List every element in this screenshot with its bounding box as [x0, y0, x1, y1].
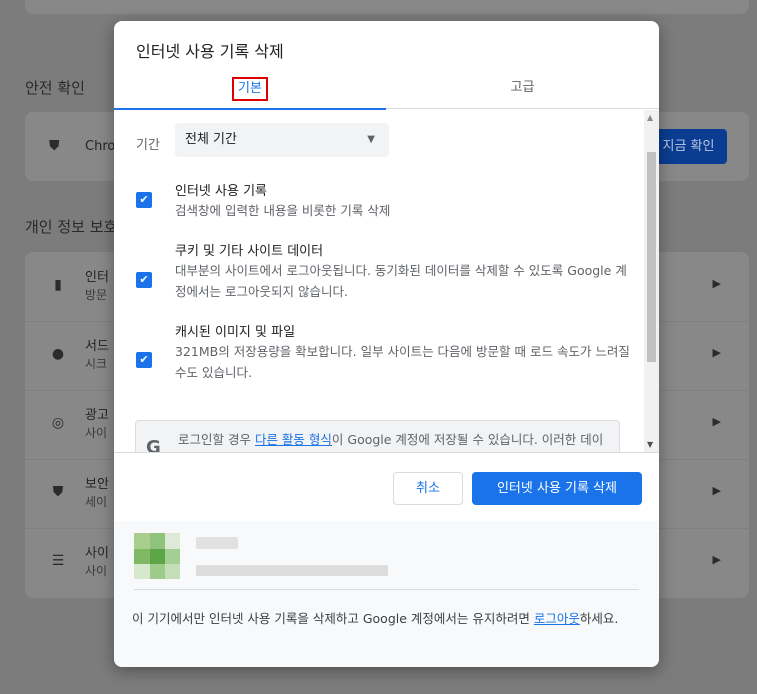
dropdown-arrow-icon: ▼ [367, 134, 375, 145]
scrollbar-thumb[interactable] [647, 152, 656, 362]
chevron-right-icon: ▶ [712, 346, 721, 359]
divider [114, 452, 659, 453]
divider [134, 589, 639, 590]
hint-text-start: 이 기기에서만 인터넷 사용 기록을 삭제하고 Google 계정에서는 유지하… [132, 611, 534, 626]
sliders-icon: ☰ [51, 553, 65, 569]
row-subtitle: 시크 [85, 357, 108, 371]
row-title: 서드 [85, 339, 109, 354]
tab-advanced[interactable]: 고급 [386, 73, 659, 109]
safety-check-heading: 안전 확인 [25, 79, 85, 97]
option-title: 쿠키 및 기타 사이트 데이터 [175, 244, 324, 259]
tab-basic-label: 기본 [232, 77, 268, 101]
top-card-fragment [25, 0, 749, 14]
scroll-up-icon[interactable]: ▲ [647, 113, 653, 122]
row-title: 광고 [85, 408, 109, 423]
chevron-right-icon: ▶ [712, 553, 721, 566]
tab-basic[interactable]: 기본 [114, 73, 386, 110]
options-scroll-area: 기간 전체 기간 ▼ ✔ 인터넷 사용 기록 검색창에 입력한 내용을 비롯한 … [114, 110, 659, 452]
row-subtitle: 사이 [85, 564, 108, 578]
row-title: 인터 [85, 270, 109, 285]
dialog-title: 인터넷 사용 기록 삭제 [136, 42, 284, 61]
account-name-redacted [196, 537, 238, 549]
safety-check-text: Chro [85, 139, 116, 154]
chevron-right-icon: ▶ [712, 415, 721, 428]
privacy-heading: 개인 정보 보호 [25, 218, 118, 236]
account-email-redacted [196, 565, 388, 576]
checkbox-cookies[interactable]: ✔ [136, 272, 152, 288]
info-text: 로그인할 경우 다른 활동 형식이 Google 계정에 저장될 수 있습니다.… [178, 429, 614, 452]
safety-check-button[interactable]: 지금 확인 [650, 129, 727, 164]
scroll-down-icon[interactable]: ▼ [647, 440, 653, 449]
other-activity-link[interactable]: 다른 활동 형식 [255, 432, 332, 447]
cookie-icon: ● [51, 346, 65, 362]
option-description: 검색창에 입력한 내용을 비롯한 기록 삭제 [175, 203, 391, 218]
checkbox-browsing-history[interactable]: ✔ [136, 192, 152, 208]
option-description: 대부분의 사이트에서 로그아웃됩니다. 동기화된 데이터를 삭제할 수 있도록 … [175, 263, 627, 299]
ads-icon: ◎ [51, 415, 65, 431]
chevron-right-icon: ▶ [712, 277, 721, 290]
time-range-label: 기간 [136, 138, 160, 153]
option-title: 캐시된 이미지 및 파일 [175, 325, 296, 340]
time-range-select[interactable]: 전체 기간 ▼ [175, 123, 389, 157]
tab-bar: 기본 고급 [114, 73, 659, 110]
google-activity-info: G 로그인할 경우 다른 활동 형식이 Google 계정에 저장될 수 있습니… [135, 420, 620, 452]
clear-data-button[interactable]: 인터넷 사용 기록 삭제 [472, 472, 642, 505]
checkbox-cache[interactable]: ✔ [136, 352, 152, 368]
shield-icon: ⛊ [52, 484, 64, 500]
scrollbar[interactable]: ▲ ▼ [644, 110, 659, 452]
chevron-right-icon: ▶ [712, 484, 721, 497]
trash-icon: ▮ [54, 277, 62, 293]
hint-text-end: 하세요. [579, 611, 619, 626]
row-title: 사이 [85, 546, 109, 561]
row-subtitle: 세이 [85, 495, 108, 509]
avatar [134, 533, 180, 579]
row-subtitle: 방문 [85, 288, 108, 302]
account-section: 이 기기에서만 인터넷 사용 기록을 삭제하고 Google 계정에서는 유지하… [114, 521, 659, 667]
shield-icon: ⛊ [49, 138, 60, 154]
cancel-button[interactable]: 취소 [393, 472, 463, 505]
option-description: 321MB의 저장용량을 확보합니다. 일부 사이트는 다음에 방문할 때 로드… [175, 344, 630, 380]
row-title: 보안 [85, 477, 109, 492]
option-title: 인터넷 사용 기록 [175, 184, 267, 199]
sign-out-link[interactable]: 로그아웃 [534, 611, 580, 626]
info-text-start: 로그인할 경우 [178, 432, 255, 447]
row-subtitle: 사이 [85, 426, 108, 440]
google-g-icon: G [146, 437, 161, 452]
sign-out-hint: 이 기기에서만 인터넷 사용 기록을 삭제하고 Google 계정에서는 유지하… [132, 608, 644, 629]
clear-browsing-data-dialog: 인터넷 사용 기록 삭제 기본 고급 기간 전체 기간 ▼ ✔ 인터넷 사용 기… [114, 21, 659, 667]
time-range-value: 전체 기간 [185, 132, 237, 147]
